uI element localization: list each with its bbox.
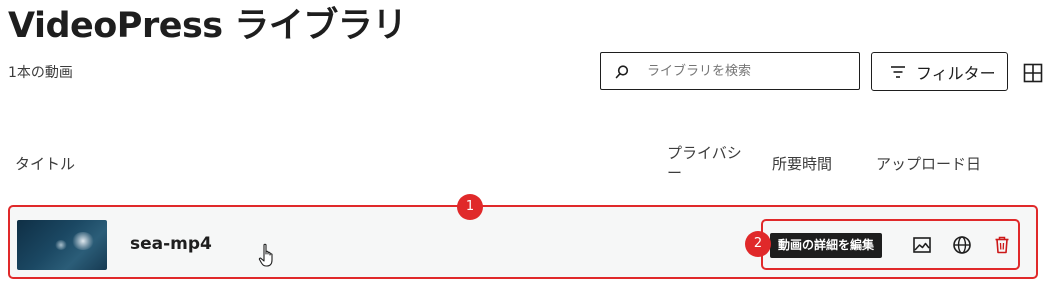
column-header-title[interactable]: タイトル [15,154,75,174]
column-header-duration[interactable]: 所要時間 [772,154,832,174]
trash-icon[interactable] [992,235,1012,255]
page-title: VideoPress ライブラリ [8,6,407,46]
globe-icon[interactable] [952,235,972,255]
search-input[interactable] [647,61,847,81]
search-icon [615,65,629,79]
video-count: 1本の動画 [8,65,73,81]
annotation-marker-1: 1 [457,194,483,220]
filter-lines-icon [891,65,905,78]
edit-details-button[interactable]: 動画の詳細を編集 [770,233,883,258]
column-header-upload-date[interactable]: アップロード日 [876,154,981,174]
search-field[interactable] [600,52,860,90]
hand-cursor-icon [258,243,273,267]
column-header-privacy-line1[interactable]: プライバシ [667,143,742,163]
filter-button[interactable]: フィルター [871,52,1008,91]
grid-view-icon[interactable] [1023,63,1043,83]
ocean-video-thumbnail[interactable] [17,220,107,270]
image-icon[interactable] [912,235,932,255]
column-header-privacy-line2[interactable]: ー [667,163,682,183]
filter-button-label: フィルター [916,63,996,83]
video-title-link[interactable]: sea-mp4 [130,233,212,255]
annotation-marker-2: 2 [745,231,771,257]
